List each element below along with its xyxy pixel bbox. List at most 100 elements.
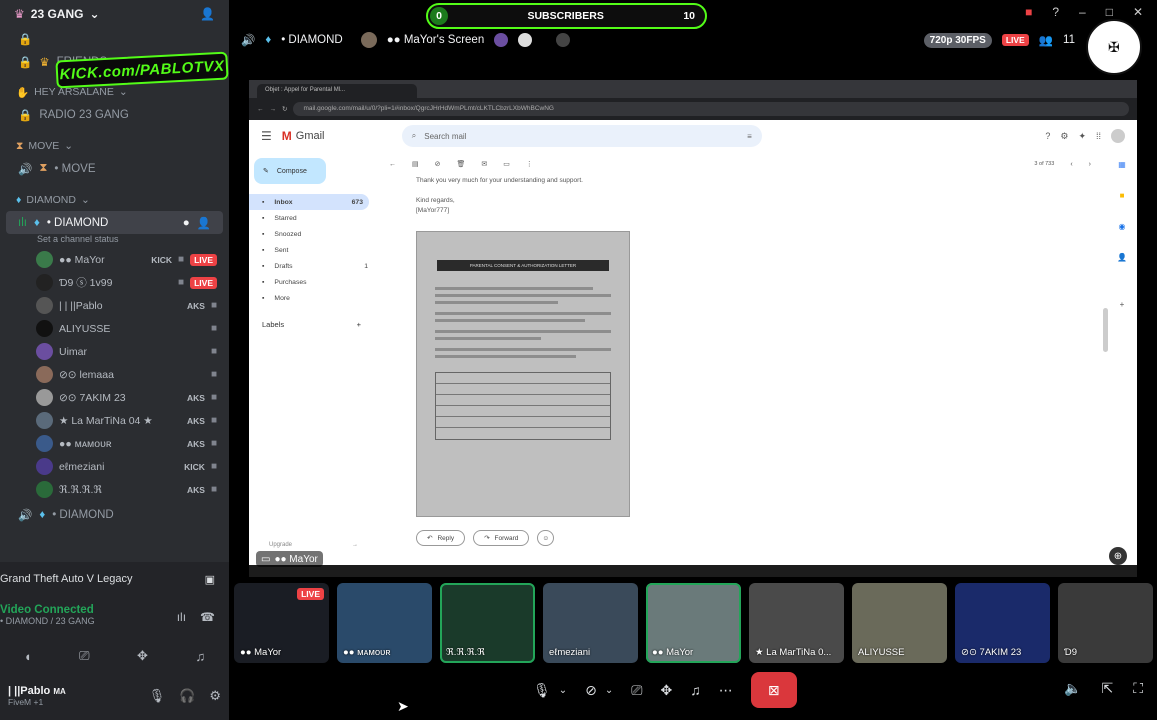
- document-attachment[interactable]: PARENTAL CONSENT & AUTHORIZATION LETTER: [416, 231, 630, 517]
- plus-icon[interactable]: +: [1120, 300, 1125, 309]
- delete-icon[interactable]: 🗑: [457, 160, 466, 168]
- participant-tile[interactable]: Ɗ9: [1058, 583, 1153, 663]
- monitor-icon[interactable]: ▣: [205, 573, 215, 586]
- gmail-nav-item[interactable]: ▪ Drafts 1: [249, 258, 374, 274]
- arrow-right-icon[interactable]: →: [352, 542, 358, 548]
- emoji-button[interactable]: ☺: [537, 530, 555, 546]
- shared-screen[interactable]: Objet : Appel for Parental Ml... ← → ↻ m…: [249, 80, 1137, 577]
- upgrade-link[interactable]: Upgrade: [269, 542, 292, 548]
- more-icon[interactable]: ⋯: [719, 682, 733, 699]
- voice-user[interactable]: Uimar ■: [0, 340, 229, 363]
- channel-diamond-2[interactable]: 🔊 ♦ • DIAMOND: [0, 503, 229, 526]
- archive-icon[interactable]: ▤: [412, 160, 419, 168]
- voice-user[interactable]: eℓmeziani KICK ■: [0, 455, 229, 478]
- avatar[interactable]: [1111, 129, 1125, 143]
- compose-button[interactable]: ✎ Compose: [254, 158, 326, 184]
- activities-icon[interactable]: ✥: [661, 682, 673, 699]
- participant-tile[interactable]: ⊘⊙ 7AKIM 23: [955, 583, 1050, 663]
- back-arrow-icon[interactable]: ←: [389, 161, 396, 168]
- reply-button[interactable]: ↶ Reply: [416, 530, 466, 546]
- participant-tile[interactable]: eℓmeziani: [543, 583, 638, 663]
- scrollbar[interactable]: [1103, 308, 1108, 352]
- category-move[interactable]: ⧗ MOVE ⌄: [0, 135, 229, 157]
- browser-tab[interactable]: Objet : Appel for Parental Ml...: [257, 84, 417, 98]
- channel-diamond-active[interactable]: ılı ♦ • DIAMOND ● 👤: [6, 211, 223, 234]
- minimize-icon[interactable]: –: [1079, 5, 1086, 19]
- game-activity[interactable]: Grand Theft Auto V Legacy ▣: [0, 562, 229, 596]
- gear-icon[interactable]: ⚙: [209, 688, 221, 704]
- chevron-left-icon[interactable]: ‹: [1070, 161, 1072, 168]
- zoom-icon[interactable]: ⊕: [1109, 547, 1127, 565]
- voice-user[interactable]: ⊘⊙ 7AKIM 23 AKS ■: [0, 386, 229, 409]
- help-icon[interactable]: ?: [1045, 131, 1050, 141]
- fullscreen-icon[interactable]: ⛶: [1133, 680, 1143, 697]
- soundboard-icon[interactable]: ♫: [690, 682, 701, 698]
- filter-icon[interactable]: ≡: [747, 132, 752, 141]
- gmail-nav-item[interactable]: ▪ Purchases: [249, 274, 374, 290]
- gear-icon[interactable]: ⚙: [1060, 131, 1068, 142]
- help-icon[interactable]: ?: [1052, 5, 1059, 19]
- screen-share-icon[interactable]: ⎚: [631, 682, 642, 699]
- voice-user[interactable]: Ɗ9 ⓢ 1v99 ■ LIVE: [0, 271, 229, 294]
- keep-icon[interactable]: ■: [1120, 191, 1125, 200]
- participant-tile[interactable]: ●● ᴍᴀᴍᴏᴜʀ: [337, 583, 432, 663]
- more-icon[interactable]: ⋮: [526, 160, 533, 168]
- chevron-right-icon[interactable]: ›: [1089, 161, 1091, 168]
- forward-button[interactable]: ↷ Forward: [473, 530, 530, 546]
- channel-status[interactable]: Set a channel status: [0, 234, 229, 248]
- search-input[interactable]: ⌕ Search mail ≡: [401, 125, 762, 147]
- add-member-icon[interactable]: 👤: [200, 7, 215, 21]
- voice-user[interactable]: ⊘⊙ lemaaa ■: [0, 363, 229, 386]
- voice-location[interactable]: • DIAMOND / 23 GANG: [0, 616, 95, 626]
- mark-unread-icon[interactable]: ✉: [481, 160, 487, 168]
- camera-off-icon[interactable]: ⊘: [585, 682, 597, 699]
- disconnect-icon[interactable]: ☎: [200, 610, 215, 640]
- gmail-nav-item[interactable]: ▪ Sent: [249, 242, 374, 258]
- plus-icon[interactable]: +: [357, 320, 361, 329]
- calendar-icon[interactable]: ▦: [1118, 160, 1126, 169]
- participant-tile[interactable]: LIVE ●● MaYor: [234, 583, 329, 663]
- voice-user[interactable]: ★ La MarTiNa 04 ★ AKS ■: [0, 409, 229, 432]
- microphone-icon[interactable]: 🎙: [149, 688, 166, 704]
- tasks-icon[interactable]: ◉: [1119, 222, 1126, 231]
- server-header[interactable]: ♛ 23 GANG ⌄ 👤: [0, 0, 229, 28]
- screen-share-icon[interactable]: ⎚: [79, 648, 89, 664]
- apps-icon[interactable]: ⁞⁞: [1096, 131, 1101, 141]
- menu-icon[interactable]: ☰: [261, 129, 272, 143]
- notification-icon[interactable]: ■: [1025, 5, 1032, 19]
- chevron-down-icon[interactable]: ⌄: [605, 685, 613, 696]
- report-spam-icon[interactable]: ⊘: [435, 160, 441, 168]
- reload-icon[interactable]: ↻: [282, 105, 287, 113]
- gmail-nav-item[interactable]: ▪ More: [249, 290, 374, 306]
- activities-icon[interactable]: ✥: [137, 648, 148, 664]
- microphone-icon[interactable]: 🎙: [533, 682, 551, 699]
- headphones-icon[interactable]: 🎧: [179, 688, 195, 704]
- address-bar[interactable]: mail.google.com/mail/u/0/?pli=1#inbox/Qg…: [293, 102, 1129, 116]
- category-diamond[interactable]: ♦ DIAMOND ⌄: [0, 189, 229, 211]
- voice-user[interactable]: ●● MaYor KICK ■ LIVE: [0, 248, 229, 271]
- move-icon[interactable]: ▭: [503, 160, 510, 168]
- voice-user[interactable]: ALIYUSSE ■: [0, 317, 229, 340]
- maximize-icon[interactable]: □: [1106, 5, 1113, 19]
- participant-tile[interactable]: ★ La MarTiNa 0...: [749, 583, 844, 663]
- chat-icon[interactable]: ●: [183, 217, 190, 229]
- close-icon[interactable]: ✕: [1133, 5, 1143, 19]
- gemini-icon[interactable]: ✦: [1078, 131, 1086, 142]
- gmail-nav-item[interactable]: ▪ Starred: [249, 210, 374, 226]
- channel-move[interactable]: 🔊 ⧗ • MOVE: [0, 157, 229, 180]
- voice-user[interactable]: ●● ᴍᴀᴍᴏᴜʀ AKS ■: [0, 432, 229, 455]
- popout-icon[interactable]: ⇱: [1101, 680, 1113, 697]
- channel-radio[interactable]: 🔒 RADIO 23 GANG: [0, 103, 229, 126]
- participant-tile[interactable]: ALIYUSSE: [852, 583, 947, 663]
- volume-icon[interactable]: 🔈: [1064, 680, 1081, 697]
- voice-user[interactable]: ℜ.ℜ.ℜ.ℜ AKS ■: [0, 478, 229, 501]
- gmail-nav-item[interactable]: ▪ Inbox 673: [249, 194, 369, 210]
- contacts-icon[interactable]: 👤: [1117, 253, 1127, 262]
- forward-icon[interactable]: →: [270, 106, 277, 113]
- soundboard-icon[interactable]: ♫: [195, 649, 205, 664]
- voice-user[interactable]: | | ||Pablo AKS ■: [0, 294, 229, 317]
- back-icon[interactable]: ←: [257, 106, 264, 113]
- participant-tile[interactable]: ℜ.ℜ.ℜ.ℜ: [440, 583, 535, 663]
- participants-icon[interactable]: 👥: [1039, 33, 1053, 47]
- locked-channel[interactable]: 🔒: [0, 28, 229, 50]
